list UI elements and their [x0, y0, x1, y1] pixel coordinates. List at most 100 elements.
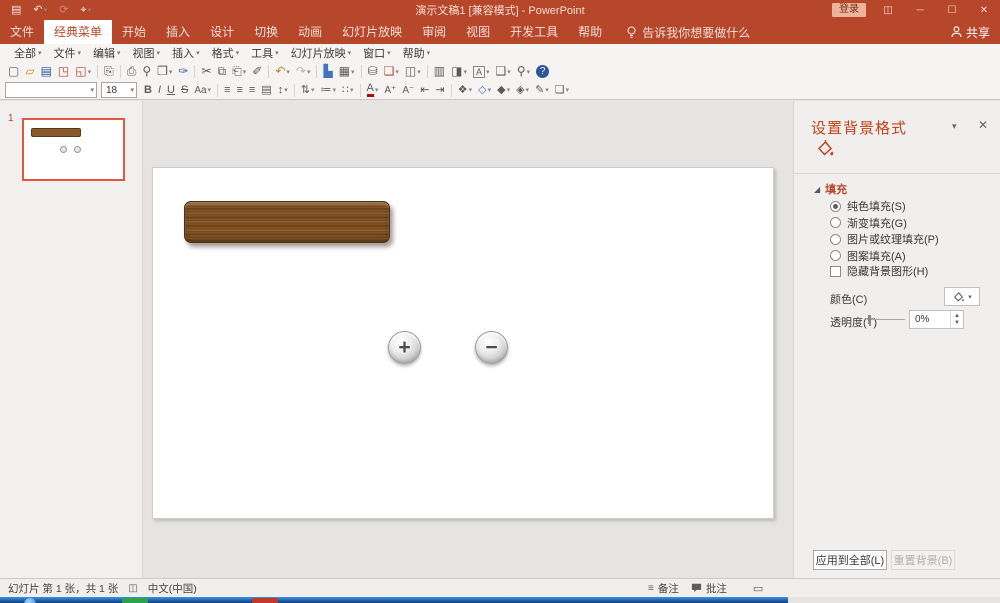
ribbon-display-options-icon[interactable]: ◫ — [872, 0, 904, 20]
zoom-icon[interactable]: ⚲ ▾ — [515, 63, 532, 80]
align-center-icon[interactable]: ≡ — [234, 82, 244, 99]
print-icon[interactable]: ⎙ — [125, 63, 139, 80]
bullets-icon[interactable]: ∷ ▾ — [340, 82, 356, 99]
maximize-icon[interactable]: ☐ — [936, 0, 968, 20]
change-case-icon[interactable]: Aa ▾ — [192, 82, 213, 99]
comments-button[interactable]: 批注 — [691, 581, 727, 596]
menu-item-7[interactable]: 幻灯片放映 ▾ — [285, 45, 358, 61]
text-direction-icon[interactable]: ⇅ ▾ — [299, 82, 317, 99]
tab-help[interactable]: 帮助 — [568, 20, 612, 44]
media-icon[interactable]: ⛁ — [366, 63, 380, 80]
wood-texture-bar-shape[interactable] — [184, 201, 390, 243]
checkbox-icon[interactable] — [830, 265, 841, 277]
shape-outline-icon[interactable]: ✎ ▾ — [533, 82, 551, 99]
fill-tab-button[interactable] — [815, 139, 835, 161]
radio-icon[interactable] — [830, 250, 841, 261]
spinner-arrows[interactable]: ▲ ▼ — [950, 311, 963, 328]
hide-background-checkbox-row[interactable]: 隐藏背景图形(H) — [830, 264, 928, 278]
new-slide-icon[interactable]: ❏ ▾ — [382, 63, 401, 80]
cut-icon[interactable]: ✂ — [199, 63, 213, 80]
font-size-combo[interactable]: 18 ▾ — [101, 82, 137, 98]
tab-file[interactable]: 文件 — [0, 20, 44, 44]
notes-button[interactable]: ≡ 备注 — [648, 581, 679, 596]
page-setup-icon[interactable]: ❐ ▾ — [155, 63, 174, 80]
sign-in-button[interactable]: 登录 — [832, 3, 866, 17]
export-icon[interactable]: ◱ ▾ — [73, 63, 93, 80]
taskbar-app-green[interactable] — [122, 598, 148, 603]
normal-view-icon[interactable]: ▭ — [753, 582, 763, 595]
menu-item-1[interactable]: 文件 ▾ — [48, 45, 88, 61]
strikethrough-icon[interactable]: S — [179, 82, 190, 99]
language-indicator[interactable]: 中文(中国) — [148, 581, 197, 596]
color-picker-button[interactable]: ▾ — [944, 287, 980, 306]
minus-button-shape[interactable]: − — [475, 331, 508, 364]
redo-icon[interactable]: ↷ ▾ — [294, 63, 313, 80]
design-theme-icon[interactable]: ❖ ▾ — [456, 82, 474, 99]
outline-view-icon[interactable]: ▥ — [432, 63, 447, 80]
numbering-icon[interactable]: ≔ ▾ — [318, 82, 338, 99]
accessibility-icon[interactable]: ◫ — [128, 583, 137, 594]
fill-section-header[interactable]: ◢ 填充 — [814, 181, 847, 197]
tell-me-box[interactable]: 告诉我你想要做什么 — [626, 20, 750, 44]
grow-font-icon[interactable]: A⁺ — [382, 82, 398, 99]
duplicate-page-icon[interactable]: ⎘ — [102, 63, 116, 80]
fill-option-0[interactable]: 纯色填充(S) — [830, 199, 906, 213]
apply-to-all-button[interactable]: 应用到全部(L) — [813, 550, 887, 570]
fill-option-3[interactable]: 图案填充(A) — [830, 249, 906, 263]
radio-icon[interactable] — [830, 233, 841, 245]
close-icon[interactable]: ✕ — [968, 0, 1000, 20]
tab-design[interactable]: 设计 — [200, 20, 244, 44]
font-name-combo[interactable]: ▾ — [5, 82, 97, 98]
minimize-icon[interactable]: ─ — [904, 0, 936, 20]
transparency-spinbox[interactable]: 0% ▲ ▼ — [909, 310, 964, 329]
line-spacing-icon[interactable]: ↕ ▾ — [276, 82, 290, 99]
copy-icon[interactable]: ⧉ — [216, 63, 229, 80]
radio-icon[interactable] — [830, 217, 841, 228]
slide-view-icon[interactable]: ◨ ▾ — [449, 63, 469, 80]
menu-item-0[interactable]: 全部 ▾ — [8, 45, 48, 61]
fill-option-1[interactable]: 渐变填充(G) — [830, 216, 907, 230]
transparency-slider-handle[interactable] — [868, 315, 871, 324]
menu-item-2[interactable]: 编辑 ▾ — [87, 45, 127, 61]
plus-button-shape[interactable]: + — [388, 331, 421, 364]
spinner-down-icon[interactable]: ▼ — [954, 320, 960, 327]
windows-taskbar[interactable] — [0, 597, 788, 603]
undo-icon[interactable]: ↶ ▾ — [273, 63, 292, 80]
menu-item-5[interactable]: 格式 ▾ — [206, 45, 246, 61]
pane-options-chevron-icon[interactable]: ▾ — [952, 121, 957, 132]
justify-icon[interactable]: ▤ — [259, 82, 273, 99]
align-right-icon[interactable]: ≡ — [247, 82, 257, 99]
tab-developer[interactable]: 开发工具 — [500, 20, 568, 44]
start-button[interactable] — [24, 598, 36, 603]
undo-icon[interactable]: ↶ ▾ — [31, 2, 49, 18]
shapes-icon[interactable]: ◇ ▾ — [476, 82, 493, 99]
fill-bucket-icon[interactable]: ◈ ▾ — [514, 82, 531, 99]
transparency-slider-track[interactable] — [873, 319, 905, 320]
tab-home[interactable]: 开始 — [112, 20, 156, 44]
tab-insert[interactable]: 插入 — [156, 20, 200, 44]
tab-animations[interactable]: 动画 — [288, 20, 332, 44]
shape-effects-icon[interactable]: ❏ ▾ — [553, 82, 571, 99]
new-file-icon[interactable]: ▢ — [6, 63, 21, 80]
save-as-icon[interactable]: ◳ — [56, 63, 71, 80]
pane-close-icon[interactable]: ✕ — [978, 118, 988, 132]
align-left-icon[interactable]: ≡ — [222, 82, 232, 99]
callout-icon[interactable]: ❑ ▾ — [494, 63, 513, 80]
menu-item-4[interactable]: 插入 ▾ — [166, 45, 206, 61]
format-painter-icon[interactable]: ✐ — [250, 63, 264, 80]
fill-option-2[interactable]: 图片或纹理填充(P) — [830, 232, 939, 246]
layout-icon[interactable]: ◫ ▾ — [403, 63, 423, 80]
spinner-up-icon[interactable]: ▲ — [954, 313, 960, 320]
tab-transitions[interactable]: 切换 — [244, 20, 288, 44]
table-icon[interactable]: ▦ ▾ — [337, 63, 357, 80]
italic-icon[interactable]: I — [156, 82, 163, 99]
menu-item-8[interactable]: 窗口 ▾ — [357, 45, 397, 61]
menu-item-6[interactable]: 工具 ▾ — [245, 45, 285, 61]
underline-icon[interactable]: U — [165, 82, 177, 99]
save-icon[interactable]: ▤ — [9, 2, 23, 18]
save-icon[interactable]: ▤ — [39, 63, 54, 80]
bold-icon[interactable]: B — [142, 82, 154, 99]
chart-icon[interactable]: ▙ — [321, 63, 334, 80]
paste-icon[interactable]: ⎗ ▾ — [230, 63, 248, 80]
menu-item-3[interactable]: 视图 ▾ — [127, 45, 167, 61]
